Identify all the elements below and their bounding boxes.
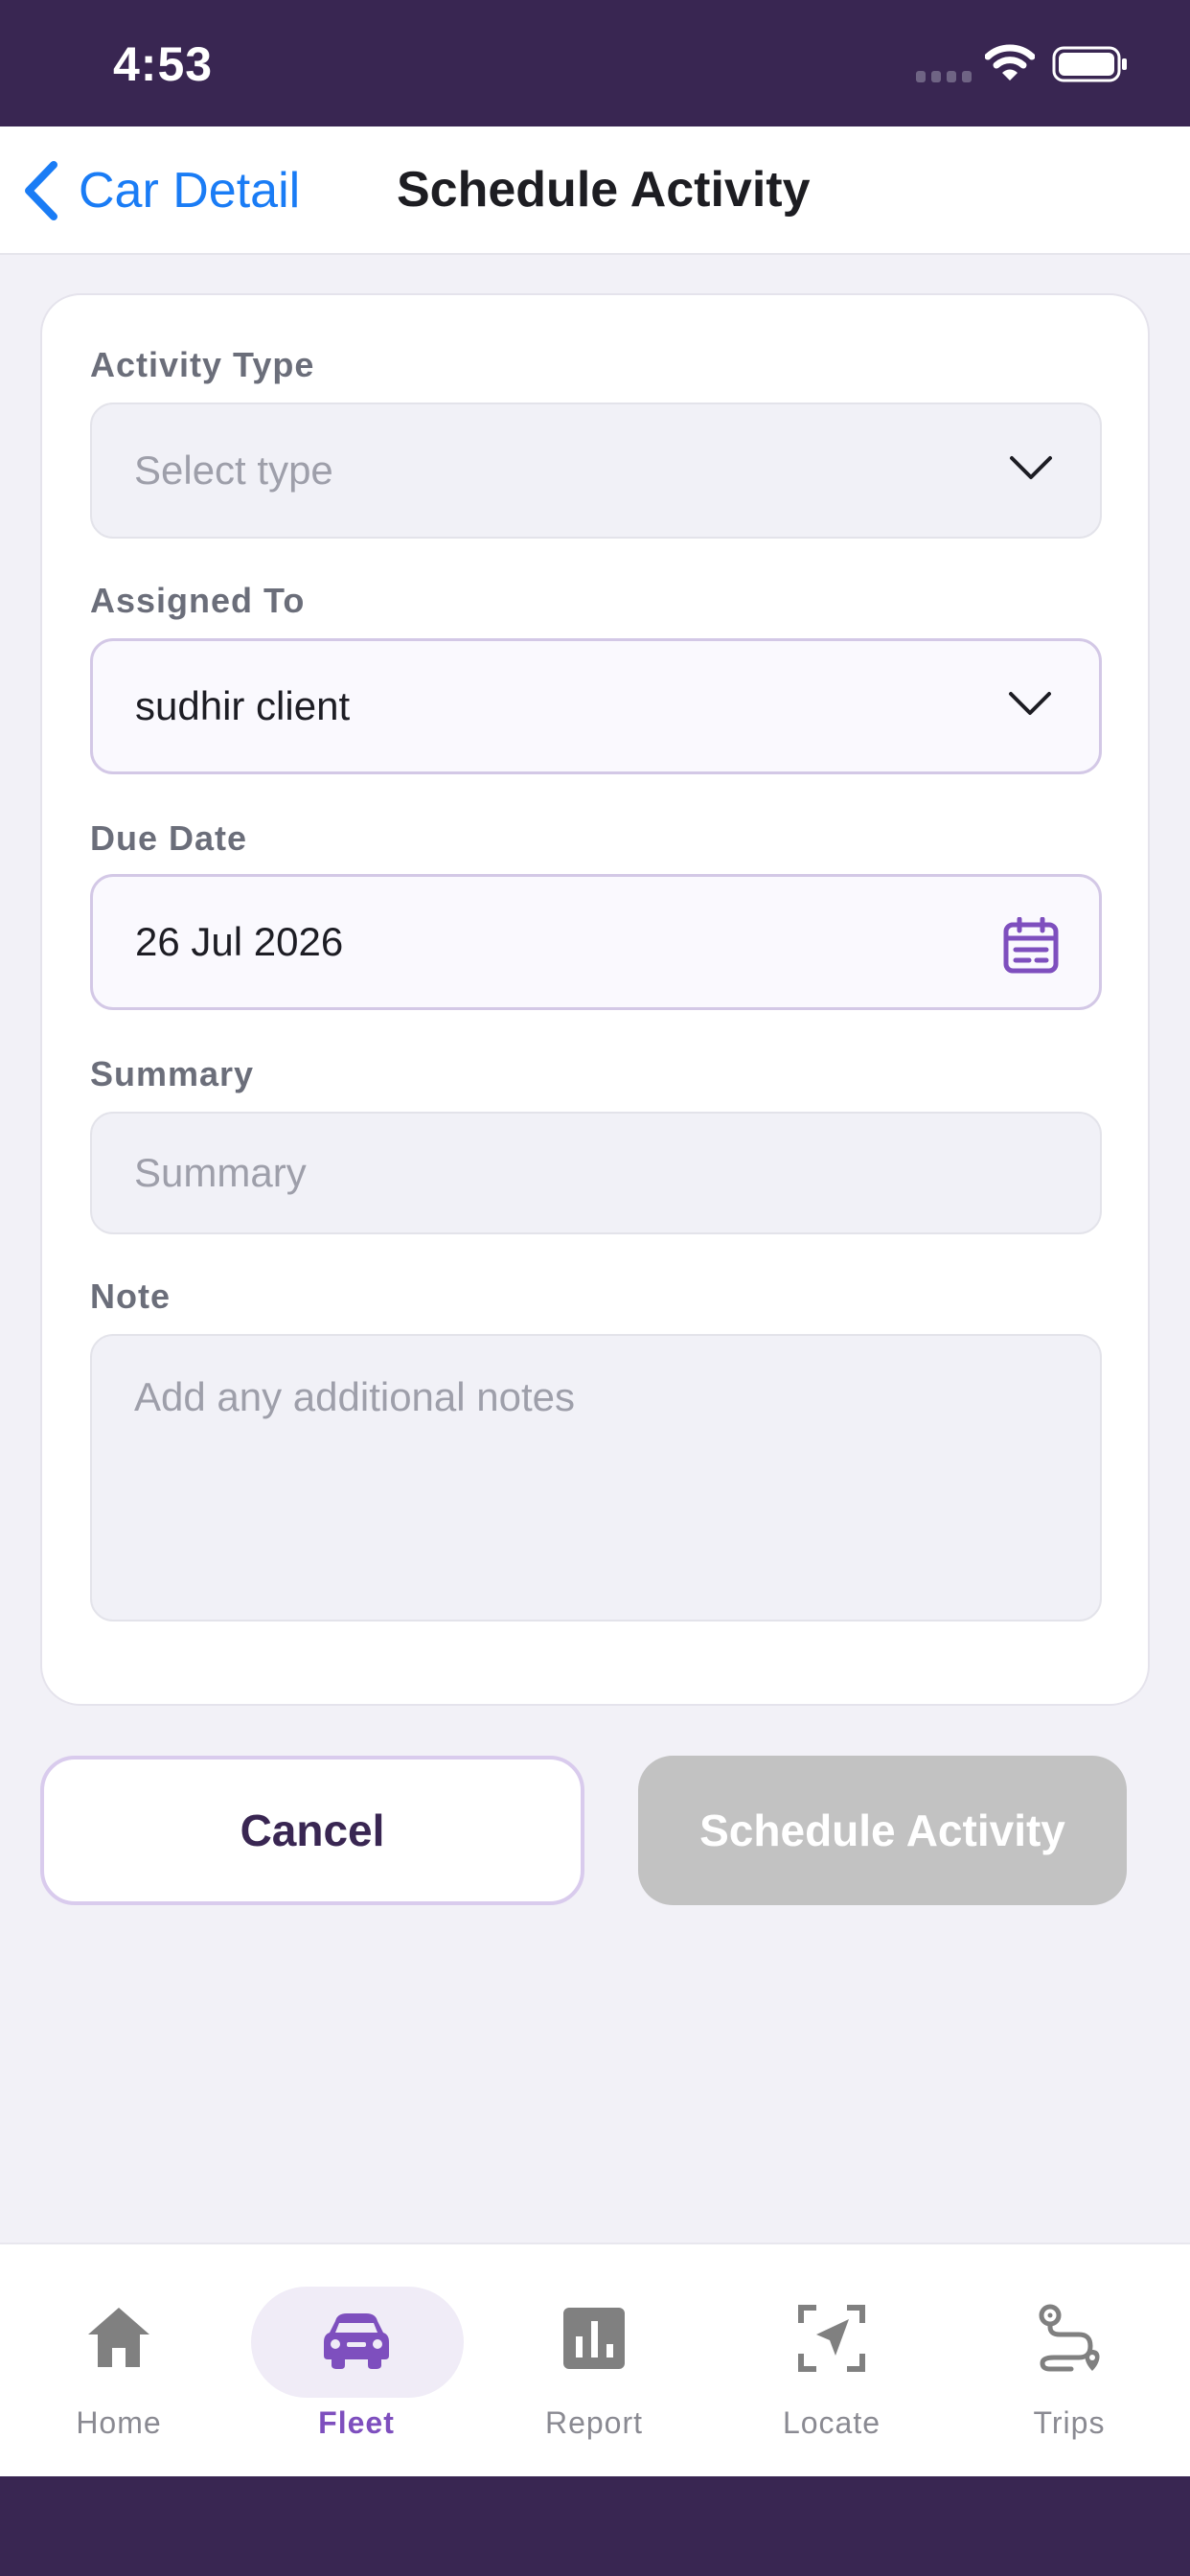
schedule-form-card: Activity Type Select type Assigned To su… xyxy=(40,293,1150,1706)
tab-label-locate: Locate xyxy=(782,2405,881,2440)
activity-type-placeholder: Select type xyxy=(134,448,333,493)
chevron-left-icon xyxy=(25,161,57,220)
summary-input[interactable]: Summary xyxy=(90,1112,1102,1234)
note-placeholder: Add any additional notes xyxy=(134,1374,576,1419)
due-date-value: 26 Jul 2026 xyxy=(135,919,344,964)
assigned-to-value: sudhir client xyxy=(135,683,351,728)
chevron-down-icon xyxy=(1010,456,1052,479)
summary-label: Summary xyxy=(90,1054,255,1093)
tab-report[interactable]: Report xyxy=(475,2244,713,2478)
activity-type-label: Activity Type xyxy=(90,345,315,384)
calendar-icon[interactable] xyxy=(1003,917,1059,975)
tab-locate[interactable]: Locate xyxy=(713,2244,950,2478)
wifi-icon xyxy=(985,44,1035,80)
status-time: 4:53 xyxy=(113,37,214,91)
page-title: Schedule Activity xyxy=(397,162,811,218)
note-label: Note xyxy=(90,1276,171,1316)
bar-chart-icon xyxy=(563,2308,625,2369)
home-icon xyxy=(88,2308,149,2367)
note-textarea[interactable]: Add any additional notes xyxy=(90,1334,1102,1622)
bottom-tab-bar: Home Fleet Report Locate Trips xyxy=(0,2242,1190,2476)
assigned-to-select[interactable]: sudhir client xyxy=(90,638,1102,774)
locate-icon xyxy=(798,2305,865,2372)
chevron-down-icon xyxy=(1009,692,1051,715)
back-button[interactable]: Car Detail xyxy=(21,155,300,226)
tab-label-home: Home xyxy=(76,2405,162,2440)
assigned-to-label: Assigned To xyxy=(90,581,306,620)
route-icon xyxy=(1039,2304,1100,2372)
car-icon xyxy=(324,2313,389,2369)
due-date-field[interactable]: 26 Jul 2026 xyxy=(90,874,1102,1010)
battery-icon xyxy=(1052,46,1127,82)
cancel-button[interactable]: Cancel xyxy=(40,1756,584,1905)
due-date-label: Due Date xyxy=(90,818,248,858)
tab-label-report: Report xyxy=(544,2405,644,2440)
tab-label-trips: Trips xyxy=(1033,2405,1106,2440)
tab-home[interactable]: Home xyxy=(0,2244,238,2478)
tab-label-fleet: Fleet xyxy=(318,2405,395,2440)
activity-type-select[interactable]: Select type xyxy=(90,402,1102,539)
tab-fleet[interactable]: Fleet xyxy=(238,2244,475,2478)
tab-trips[interactable]: Trips xyxy=(950,2244,1188,2478)
summary-placeholder: Summary xyxy=(134,1150,307,1195)
navigation-bar: Car Detail Schedule Activity xyxy=(0,126,1190,255)
cellular-signal-icon xyxy=(916,71,972,82)
home-indicator-area xyxy=(0,2476,1190,2576)
status-bar: 4:53 xyxy=(0,0,1190,126)
schedule-activity-button[interactable]: Schedule Activity xyxy=(638,1756,1127,1905)
back-label: Car Detail xyxy=(79,163,301,218)
